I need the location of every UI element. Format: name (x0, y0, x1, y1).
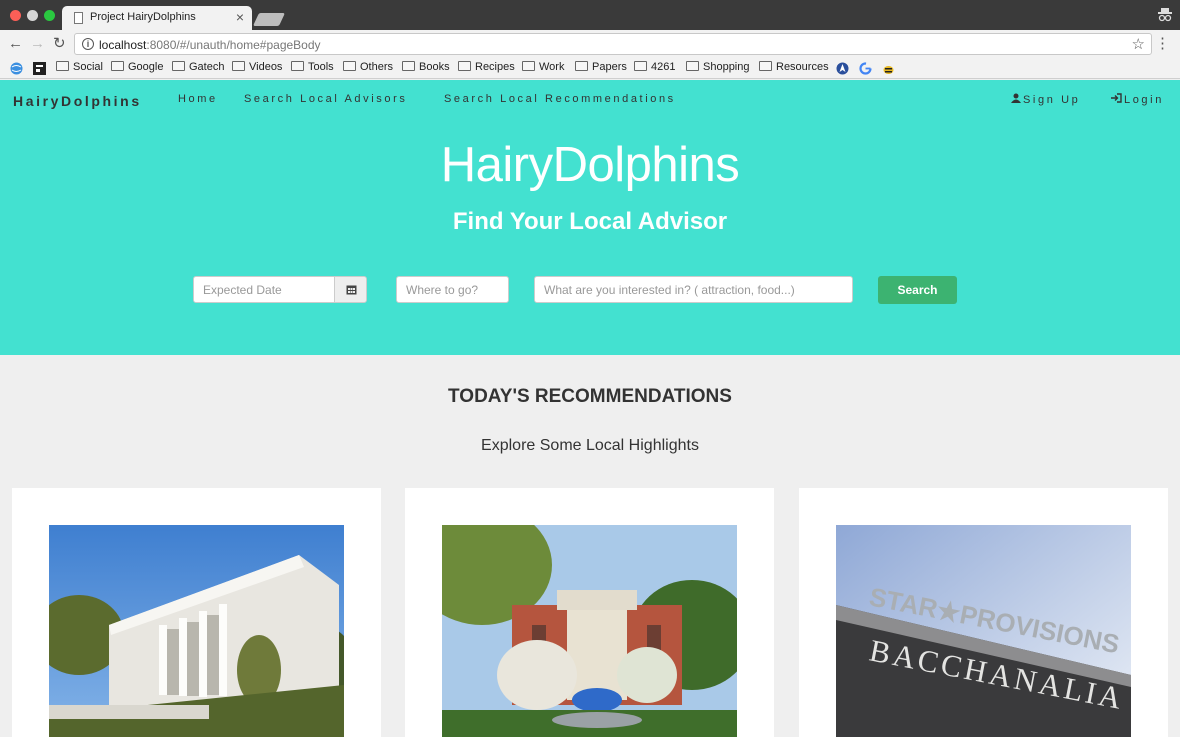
recommendation-card[interactable] (12, 488, 381, 737)
recommendations-title: TODAY'S RECOMMENDATIONS (448, 386, 732, 407)
recommendations-subtitle: Explore Some Local Highlights (481, 437, 699, 454)
hero-subtitle: Find Your Local Advisor (452, 208, 728, 235)
bookmarks-bar: Social Google Gatech Videos Tools Others… (0, 58, 1180, 79)
incognito-icon (1158, 8, 1172, 22)
user-icon (1011, 93, 1021, 103)
folder-icon (56, 61, 69, 71)
bookmark-folder-work[interactable]: Work (522, 61, 564, 73)
bookmark-folder-resources[interactable]: Resources (759, 61, 829, 73)
back-arrow-icon[interactable]: ← (8, 35, 23, 53)
folder-icon (111, 61, 124, 71)
site-navbar: HairyDolphins Home Search Local Advisors… (0, 80, 1180, 120)
bookmark-folder-gatech[interactable]: Gatech (172, 61, 224, 73)
signup-label: Sign Up (1023, 94, 1081, 106)
marble-museum-building-photo[interactable] (49, 525, 344, 737)
folder-icon (172, 61, 185, 71)
close-window-button[interactable] (10, 10, 21, 21)
bookmark-folder-papers[interactable]: Papers (575, 61, 627, 73)
google-g-icon[interactable] (859, 62, 872, 75)
botanical-garden-fountain-photo[interactable] (442, 525, 737, 737)
bookmark-folder-recipes[interactable]: Recipes (458, 61, 515, 73)
nav-link-search-advisors[interactable]: Search Local Advisors (244, 93, 407, 105)
expected-date-input[interactable] (193, 276, 335, 303)
hero-section: HairyDolphins Find Your Local Advisor Se… (0, 120, 1180, 355)
star-provisions-bacchanalia-sign-photo[interactable]: STAR★PROVISIONS BACCHANALIA (836, 525, 1131, 737)
search-button[interactable]: Search (878, 276, 957, 304)
maximize-window-button[interactable] (44, 10, 55, 21)
bookmark-app-icon[interactable] (33, 62, 46, 75)
forward-arrow-icon[interactable]: → (30, 35, 45, 53)
folder-icon (686, 61, 699, 71)
login-label: Login (1124, 94, 1164, 106)
tab-title: Project HairyDolphins (90, 11, 196, 23)
close-tab-icon[interactable]: × (236, 9, 244, 25)
folder-icon (343, 61, 356, 71)
minimize-window-button[interactable] (27, 10, 38, 21)
nav-link-search-recommendations[interactable]: Search Local Recommendations (444, 93, 676, 105)
bookmark-folder-videos[interactable]: Videos (232, 61, 282, 73)
interest-input[interactable] (534, 276, 853, 303)
url-path: :8080/#/unauth/home#pageBody (146, 38, 321, 52)
recommendation-card[interactable]: STAR★PROVISIONS BACCHANALIA (799, 488, 1168, 737)
browser-tab-bar: Project HairyDolphins × (0, 0, 1180, 30)
folder-icon (402, 61, 415, 71)
calendar-button[interactable] (334, 276, 367, 303)
folder-icon (522, 61, 535, 71)
recommendation-card[interactable] (405, 488, 774, 737)
folder-icon (232, 61, 245, 71)
info-icon[interactable]: i (82, 38, 94, 50)
bookmark-compass-icon[interactable] (836, 62, 849, 75)
bookmark-star-icon[interactable]: ☆ (1132, 35, 1145, 53)
bookmark-bee-icon[interactable] (882, 62, 895, 75)
calendar-icon (346, 285, 357, 295)
bookmark-folder-tools[interactable]: Tools (291, 61, 334, 73)
page-icon (74, 12, 83, 24)
browser-menu-icon[interactable]: ⋮ (1155, 34, 1170, 52)
folder-icon (458, 61, 471, 71)
hero-title: HairyDolphins (440, 138, 740, 192)
destination-input[interactable] (396, 276, 509, 303)
bookmark-folder-shopping[interactable]: Shopping (686, 61, 750, 73)
bookmark-folder-4261[interactable]: 4261 (634, 61, 675, 73)
browser-toolbar: ← → ↻ i localhost:8080/#/unauth/home#pag… (0, 30, 1180, 58)
login-icon (1111, 93, 1122, 103)
folder-icon (575, 61, 588, 71)
url-host: localhost (99, 38, 147, 52)
bookmark-folder-books[interactable]: Books (402, 61, 450, 73)
new-tab-button[interactable] (252, 13, 286, 26)
bookmark-folder-social[interactable]: Social (56, 61, 103, 73)
address-bar[interactable]: i localhost:8080/#/unauth/home#pageBody … (74, 33, 1152, 55)
nav-link-home[interactable]: Home (178, 93, 218, 105)
reload-icon[interactable]: ↻ (53, 35, 66, 53)
bookmark-folder-google[interactable]: Google (111, 61, 163, 73)
login-link[interactable]: Login (1111, 93, 1164, 106)
signup-link[interactable]: Sign Up (1011, 93, 1080, 106)
folder-icon (634, 61, 647, 71)
apps-globe-icon[interactable] (10, 62, 23, 75)
bookmark-folder-others[interactable]: Others (343, 61, 393, 73)
folder-icon (759, 61, 772, 71)
folder-icon (291, 61, 304, 71)
browser-tab[interactable]: Project HairyDolphins × (62, 6, 252, 30)
url-text[interactable]: localhost:8080/#/unauth/home#pageBody (99, 38, 321, 52)
brand-logo[interactable]: HairyDolphins (13, 93, 142, 109)
